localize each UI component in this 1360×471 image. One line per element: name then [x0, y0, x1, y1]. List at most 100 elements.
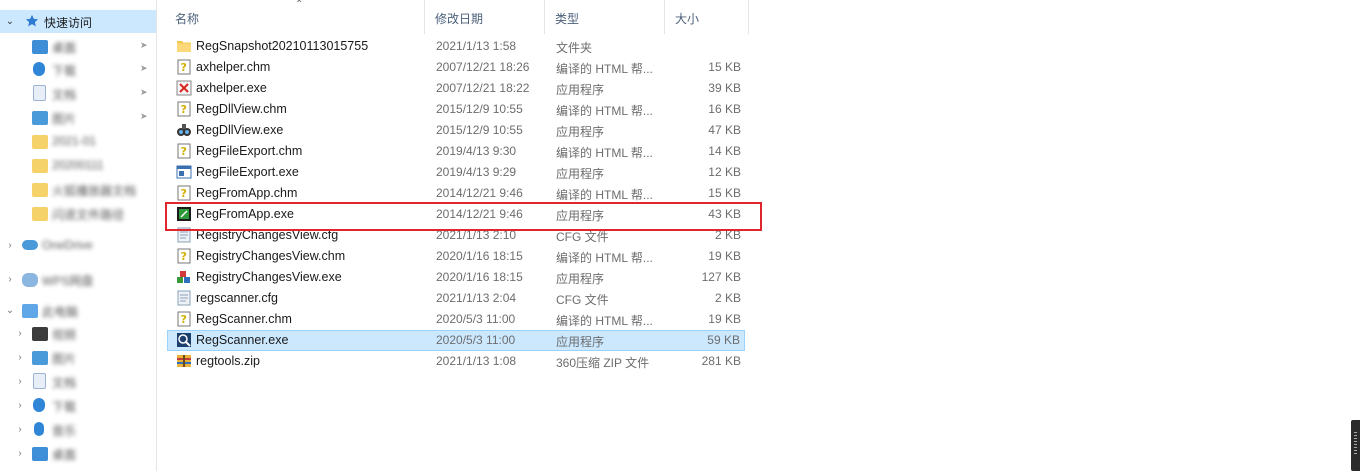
file-size: 19 KB: [708, 249, 741, 263]
cloud-icon: [22, 273, 38, 287]
file-row-selected[interactable]: RegScanner.exe 2020/5/3 11:00 应用程序 59 KB: [167, 330, 745, 351]
nav-label: 闪退文件路径: [52, 208, 125, 222]
file-row[interactable]: RegDllView.exe 2015/12/9 10:55 应用程序 47 K…: [167, 120, 745, 141]
nav-onedrive[interactable]: › OneDrive: [0, 234, 156, 257]
file-name: regscanner.cfg: [196, 291, 278, 305]
folder-icon: [32, 159, 48, 173]
file-size: 127 KB: [701, 270, 741, 284]
file-date: 2020/1/16 18:15: [436, 270, 523, 284]
column-label: 名称: [175, 12, 200, 26]
file-name: RegistryChangesView.chm: [196, 249, 346, 263]
nav-label: WPS网盘: [42, 274, 94, 288]
file-date: 2021/1/13 1:58: [436, 39, 517, 53]
file-type: 编译的 HTML 帮...: [556, 62, 653, 76]
chevron-right-icon[interactable]: ›: [4, 240, 16, 251]
app-x-icon: [176, 80, 192, 96]
nav-item-pictures[interactable]: 图片 ➤: [0, 106, 156, 129]
file-row[interactable]: regtools.zip 2021/1/13 1:08 360压缩 ZIP 文件…: [167, 351, 745, 372]
file-row[interactable]: RegFileExport.exe 2019/4/13 9:29 应用程序 12…: [167, 162, 745, 183]
column-header-size[interactable]: 大小: [665, 0, 749, 34]
nav-label: 文档: [52, 88, 77, 102]
file-type: 应用程序: [556, 272, 605, 286]
nav-item-desktop[interactable]: 桌面 ➤: [0, 35, 156, 58]
chm-help-icon: ?: [177, 101, 191, 117]
chevron-right-icon[interactable]: ›: [14, 328, 26, 339]
file-name: RegDllView.chm: [196, 102, 287, 116]
nav-label: 此电脑: [42, 305, 79, 319]
svg-text:?: ?: [181, 145, 187, 158]
chevron-right-icon[interactable]: ›: [14, 448, 26, 459]
chm-help-icon: ?: [177, 248, 191, 264]
pictures-icon: [32, 111, 48, 125]
nav-item-documents[interactable]: 文档 ➤: [0, 82, 156, 105]
file-type: 编译的 HTML 帮...: [556, 146, 653, 160]
nav-label: 桌面: [52, 448, 77, 462]
nav-item-downloads[interactable]: 下载 ➤: [0, 58, 156, 81]
file-type: 360压缩 ZIP 文件: [556, 356, 650, 370]
scrollbar-thumb[interactable]: [1351, 420, 1360, 471]
nav-label: 音乐: [52, 424, 77, 438]
nav-pc-desktop[interactable]: › 桌面: [0, 442, 156, 465]
nav-pc-documents[interactable]: › 文档: [0, 370, 156, 393]
folder-icon: [177, 41, 191, 52]
chm-help-icon: ?: [177, 311, 191, 327]
nav-label: 视频: [52, 328, 77, 342]
nav-quick-access[interactable]: ⌄ 快速访问: [0, 10, 156, 33]
nav-item-folder[interactable]: 20200111: [0, 154, 156, 177]
svg-text:?: ?: [181, 61, 187, 74]
file-name: RegFileExport.exe: [196, 165, 299, 179]
file-type: 编译的 HTML 帮...: [556, 188, 653, 202]
chevron-down-icon[interactable]: ⌄: [4, 16, 16, 27]
app-cubes-icon: [177, 271, 190, 283]
file-row[interactable]: ? RegFileExport.chm 2019/4/13 9:30 编译的 H…: [167, 141, 745, 162]
chevron-right-icon[interactable]: ›: [14, 352, 26, 363]
file-row[interactable]: regscanner.cfg 2021/1/13 2:04 CFG 文件 2 K…: [167, 288, 745, 309]
file-row[interactable]: ? RegistryChangesView.chm 2020/1/16 18:1…: [167, 246, 745, 267]
file-date: 2007/12/21 18:26: [436, 60, 530, 74]
nav-pc-downloads[interactable]: › 下载: [0, 394, 156, 417]
chevron-right-icon[interactable]: ›: [14, 400, 26, 411]
chevron-right-icon[interactable]: ›: [14, 424, 26, 435]
download-icon: [33, 62, 45, 76]
nav-wps-cloud[interactable]: › WPS网盘: [0, 268, 156, 291]
file-date: 2015/12/9 10:55: [436, 123, 523, 137]
nav-pc-pictures[interactable]: › 图片: [0, 346, 156, 369]
file-date: 2014/12/21 9:46: [436, 186, 523, 200]
chevron-right-icon[interactable]: ›: [4, 274, 16, 285]
nav-label: 快速访问: [44, 16, 93, 30]
app-window-icon: [176, 165, 192, 179]
nav-this-pc[interactable]: ⌄ 此电脑: [0, 299, 156, 322]
pin-icon: ➤: [140, 63, 148, 73]
nav-pc-videos[interactable]: › 视频: [0, 322, 156, 345]
file-date: 2021/1/13 1:08: [436, 354, 517, 368]
nav-item-folder[interactable]: 火狐播放器文档: [0, 178, 156, 201]
chevron-right-icon[interactable]: ›: [14, 376, 26, 387]
file-row[interactable]: ? RegScanner.chm 2020/5/3 11:00 编译的 HTML…: [167, 309, 745, 330]
nav-pc-music[interactable]: › 音乐: [0, 418, 156, 441]
file-size: 2 KB: [714, 291, 741, 305]
file-type: 编译的 HTML 帮...: [556, 104, 653, 118]
file-date: 2019/4/13 9:29: [436, 165, 517, 179]
file-name: axhelper.exe: [196, 81, 267, 95]
chevron-down-icon[interactable]: ⌄: [4, 305, 16, 316]
file-row[interactable]: ? axhelper.chm 2007/12/21 18:26 编译的 HTML…: [167, 57, 745, 78]
pin-icon: ➤: [140, 40, 148, 50]
nav-item-folder[interactable]: 2021-01: [0, 130, 156, 153]
column-header-type[interactable]: 类型: [545, 0, 665, 34]
file-type: 编译的 HTML 帮...: [556, 314, 653, 328]
file-date: 2007/12/21 18:22: [436, 81, 530, 95]
file-name: RegScanner.exe: [196, 333, 289, 347]
nav-item-folder[interactable]: 闪退文件路径: [0, 202, 156, 225]
file-row[interactable]: RegistryChangesView.exe 2020/1/16 18:15 …: [167, 267, 745, 288]
file-row[interactable]: ? RegFromApp.chm 2014/12/21 9:46 编译的 HTM…: [167, 183, 745, 204]
column-header-name[interactable]: 名称: [165, 0, 425, 34]
column-header-date[interactable]: 修改日期: [425, 0, 545, 34]
file-row[interactable]: RegSnapshot20210113015755 2021/1/13 1:58…: [167, 36, 745, 57]
file-row[interactable]: axhelper.exe 2007/12/21 18:22 应用程序 39 KB: [167, 78, 745, 99]
chm-help-icon: ?: [177, 143, 191, 159]
file-row[interactable]: ? RegDllView.chm 2015/12/9 10:55 编译的 HTM…: [167, 99, 745, 120]
file-name: RegScanner.chm: [196, 312, 292, 326]
svg-text:?: ?: [181, 313, 187, 326]
app-scanner-icon: [177, 333, 191, 347]
nav-label: OneDrive: [42, 238, 93, 252]
